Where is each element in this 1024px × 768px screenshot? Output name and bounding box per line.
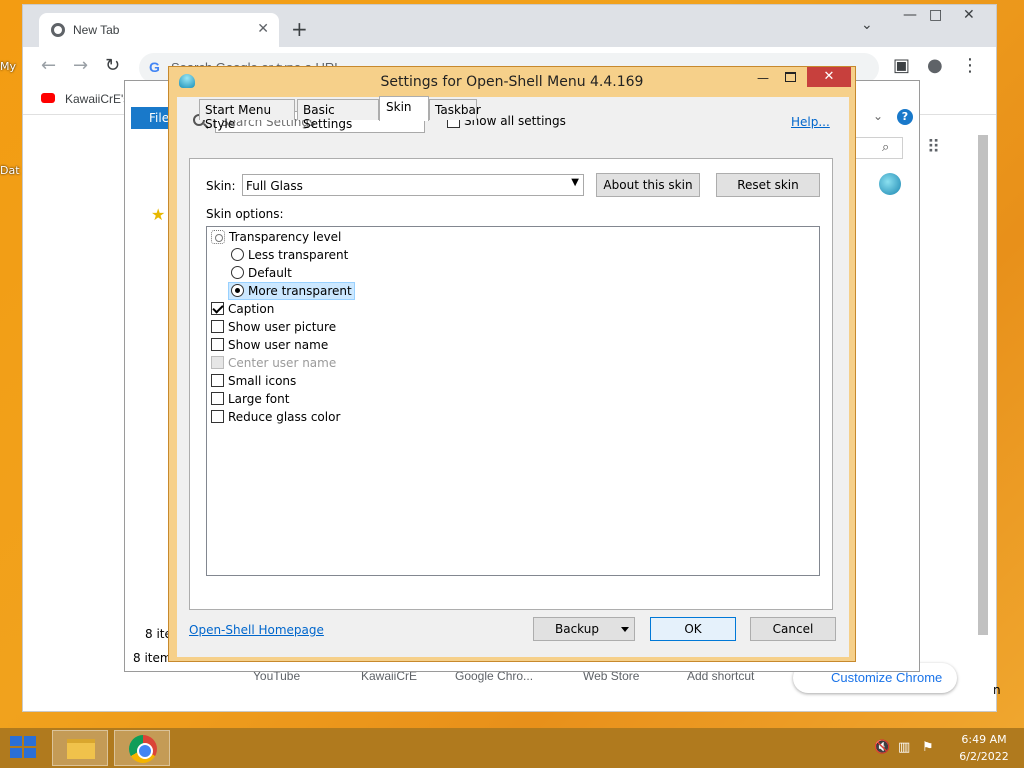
chrome-favicon-icon	[51, 23, 65, 37]
reset-skin-button[interactable]: Reset skin	[716, 173, 820, 197]
youtube-icon	[41, 93, 55, 103]
tab-start-menu-style[interactable]: Start Menu Style	[199, 99, 295, 131]
option-less-transparent[interactable]: Less transparent	[231, 247, 348, 265]
chrome-edge-letter: n	[993, 683, 1001, 697]
chrome-scrollbar[interactable]	[978, 135, 988, 635]
option-show-user-name[interactable]: Show user name	[211, 337, 328, 355]
volume-muted-icon[interactable]: 🔇	[874, 740, 890, 755]
chrome-minimize-button[interactable]: —	[903, 7, 917, 23]
skin-panel: Skin: Full Glass ▼ About this skin Reset…	[189, 158, 833, 610]
explorer-star-icon[interactable]: ★	[151, 205, 165, 224]
chrome-maximize-button[interactable]: □	[929, 7, 942, 23]
checkbox-show-user-name[interactable]	[211, 338, 224, 351]
radio-more-transparent[interactable]	[231, 284, 244, 297]
explorer-help-icon[interactable]: ?	[897, 109, 913, 125]
tab-skin[interactable]: Skin	[379, 96, 429, 121]
dropdown-arrow-icon	[621, 627, 629, 632]
chrome-tab-title: New Tab	[73, 23, 120, 37]
reload-icon[interactable]: ↻	[105, 55, 120, 76]
option-transparency-level[interactable]: Transparency level	[211, 229, 341, 247]
checkbox-center-user-name	[211, 356, 224, 369]
chrome-tab-strip: New Tab ✕ + ⌄ — □ ✕	[23, 5, 996, 47]
explorer-file-tab[interactable]: File	[131, 107, 171, 129]
backup-label: Backup	[555, 622, 599, 636]
dialog-title: Settings for Open-Shell Menu 4.4.169	[380, 74, 644, 90]
start-button-windows-icon[interactable]	[10, 736, 38, 760]
option-small-icons[interactable]: Small icons	[211, 373, 296, 391]
explorer-chevron-icon[interactable]: ⌄	[873, 109, 883, 123]
chrome-menu-icon[interactable]: ⋮	[961, 55, 979, 76]
open-shell-homepage-link[interactable]: Open-Shell Homepage	[189, 623, 324, 637]
google-g-icon: G	[149, 59, 160, 75]
taskbar: 🔇 ▥ ⚑ 6:49 AM 6/2/2022	[0, 728, 1024, 768]
apps-grid-icon[interactable]: ⠿	[927, 137, 940, 158]
desktop-icon-label-my[interactable]: My	[0, 60, 16, 73]
checkbox-small-icons[interactable]	[211, 374, 224, 387]
option-default[interactable]: Default	[231, 265, 292, 283]
taskbar-clock-date[interactable]: 6/2/2022	[954, 750, 1014, 763]
settings-gear-icon	[211, 229, 225, 244]
profile-avatar-icon[interactable]: ●	[927, 55, 943, 76]
network-icon[interactable]: ▥	[898, 740, 910, 755]
forward-arrow-icon[interactable]: →	[73, 55, 88, 76]
option-show-user-picture[interactable]: Show user picture	[211, 319, 336, 337]
option-reduce-glass-color[interactable]: Reduce glass color	[211, 409, 340, 427]
ok-button[interactable]: OK	[650, 617, 736, 641]
skin-label: Skin:	[206, 179, 236, 193]
option-caption[interactable]: Caption	[211, 301, 274, 319]
checkbox-large-font[interactable]	[211, 392, 224, 405]
checkbox-caption[interactable]	[211, 302, 224, 315]
tab-basic-settings[interactable]: Basic Settings	[297, 99, 379, 131]
settings-dialog: Settings for Open-Shell Menu 4.4.169 — ✕…	[168, 66, 856, 662]
dialog-client-area: Search Settings Show all settings Help..…	[177, 96, 849, 657]
taskbar-chrome[interactable]	[114, 730, 170, 766]
taskbar-clock-time[interactable]: 6:49 AM	[954, 733, 1014, 746]
cancel-button[interactable]: Cancel	[750, 617, 836, 641]
help-link[interactable]: Help...	[791, 115, 830, 129]
radio-default[interactable]	[231, 266, 244, 279]
dialog-maximize-button[interactable]	[785, 72, 796, 82]
chevron-down-icon: ▼	[571, 177, 579, 188]
skin-options-tree: Transparency level Less transparent Defa…	[206, 226, 820, 576]
skin-select[interactable]: Full Glass ▼	[242, 174, 584, 196]
chrome-icon	[129, 735, 157, 763]
option-large-font[interactable]: Large font	[211, 391, 289, 409]
chrome-close-button[interactable]: ✕	[963, 7, 975, 23]
dialog-titlebar[interactable]: Settings for Open-Shell Menu 4.4.169 — ✕	[169, 67, 855, 97]
checkbox-reduce-glass-color[interactable]	[211, 410, 224, 423]
side-panel-icon[interactable]: ▣	[893, 55, 910, 76]
option-center-user-name: Center user name	[211, 355, 336, 373]
bookmark-kawaiicre[interactable]: KawaiiCrE's	[65, 92, 129, 106]
about-skin-button[interactable]: About this skin	[596, 173, 700, 197]
action-center-icon[interactable]: ⚑	[922, 740, 934, 755]
desktop-icon-label-dat[interactable]: Dat	[0, 164, 20, 177]
option-more-transparent[interactable]: More transparent	[228, 282, 355, 300]
folder-icon	[67, 739, 95, 759]
dialog-close-button[interactable]: ✕	[807, 67, 851, 87]
dialog-minimize-button[interactable]: —	[757, 71, 769, 85]
skin-options-label: Skin options:	[206, 207, 284, 221]
explorer-globe-icon[interactable]	[879, 173, 901, 195]
radio-less-transparent[interactable]	[231, 248, 244, 261]
checkbox-show-user-picture[interactable]	[211, 320, 224, 333]
backup-button[interactable]: Backup	[533, 617, 635, 641]
skin-select-value: Full Glass	[246, 179, 303, 193]
taskbar-file-explorer[interactable]	[52, 730, 108, 766]
tab-close-icon[interactable]: ✕	[257, 21, 269, 37]
back-arrow-icon[interactable]: ←	[41, 55, 56, 76]
tab-taskbar[interactable]: Taskbar	[429, 99, 481, 120]
chrome-tab-new-tab[interactable]: New Tab ✕	[39, 13, 279, 47]
chrome-chevron-down-icon[interactable]: ⌄	[861, 17, 873, 33]
new-tab-button[interactable]: +	[291, 17, 308, 41]
